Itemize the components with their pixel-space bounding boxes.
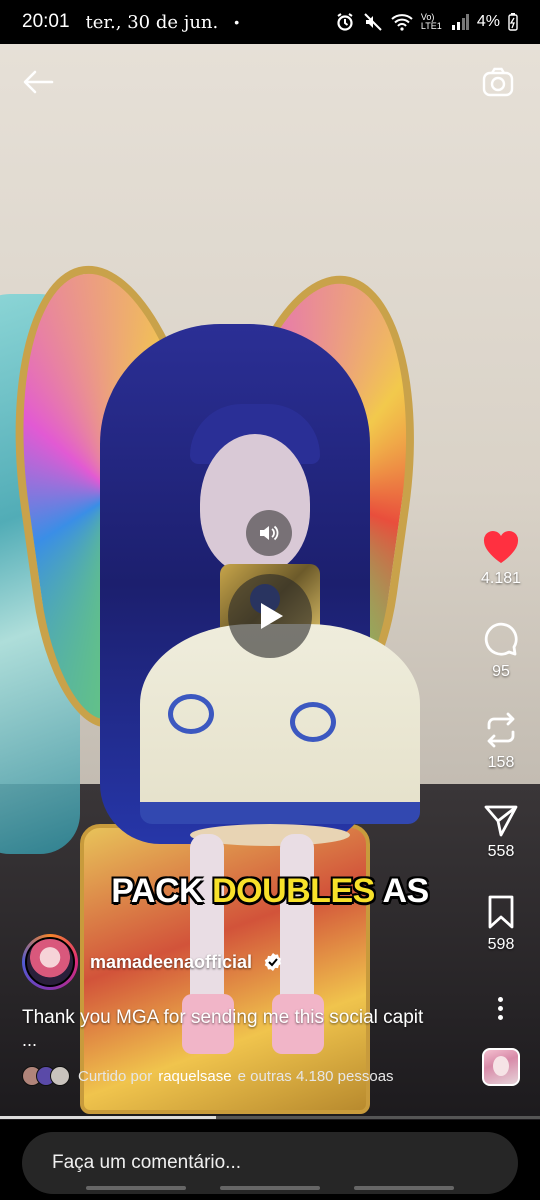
save-count: 598 (487, 936, 515, 953)
liked-by-row[interactable]: Curtido por raquelsase e outras 4.180 pe… (22, 1066, 394, 1086)
video-progress-fill (0, 1116, 216, 1119)
camera-icon (482, 67, 514, 97)
comment-bubble-icon (484, 622, 518, 656)
liker-avatars (22, 1066, 72, 1086)
liker-avatar (50, 1066, 70, 1086)
comment-count: 95 (492, 663, 510, 680)
alarm-icon (337, 13, 353, 31)
signal-icon (451, 14, 469, 30)
action-rail: 4.181 95 158 558 598 (462, 530, 540, 985)
status-time: 20:01 (22, 11, 70, 32)
arrow-left-icon (23, 70, 54, 94)
video-progress-bar[interactable] (0, 1116, 540, 1119)
more-dots-icon (497, 996, 503, 1002)
share-button[interactable]: 558 (483, 803, 519, 894)
liked-by-suffix: e outras 4.180 pessoas (237, 1067, 394, 1085)
comment-button[interactable]: 95 (483, 621, 519, 712)
post-caption[interactable]: Thank you MGA for sending me this social… (22, 1006, 472, 1030)
network-label: Vo) LTE1 (420, 12, 442, 31)
play-button[interactable] (228, 574, 312, 658)
status-date: ter., 30 de jun. (85, 11, 219, 33)
audio-thumbnail[interactable] (482, 1048, 520, 1086)
status-bar: 20:01 ter., 30 de jun. • Vo) LTE1 4% (0, 0, 540, 44)
author-username[interactable]: mamadeenaofficial (90, 952, 252, 973)
video-text-overlay: PACK DOUBLES AS (0, 872, 540, 911)
caption-more[interactable]: ... (22, 1030, 37, 1051)
heart-icon (483, 531, 519, 563)
nav-indicator (86, 1186, 186, 1190)
repost-icon (487, 712, 515, 748)
wifi-icon (391, 14, 413, 31)
liked-by-prefix: Curtido por (78, 1067, 153, 1085)
mute-icon (364, 13, 382, 31)
liked-by-user[interactable]: raquelsase (158, 1068, 231, 1085)
more-options-button[interactable] (488, 990, 512, 1026)
verified-badge-icon (264, 953, 282, 971)
sound-toggle-button[interactable] (246, 510, 292, 556)
like-count: 4.181 (480, 570, 522, 587)
overlay-word: AS (382, 872, 429, 910)
status-dot: • (234, 14, 240, 30)
play-icon (261, 603, 283, 629)
save-button[interactable]: 598 (486, 894, 516, 985)
battery-percent: 4% (476, 13, 500, 30)
overlay-word: PACK (111, 872, 204, 910)
author-avatar[interactable] (22, 934, 78, 990)
send-icon (484, 805, 518, 837)
author-row: mamadeenaofficial (22, 934, 282, 990)
like-button[interactable]: 4.181 (481, 530, 521, 621)
nav-indicator (220, 1186, 320, 1190)
bookmark-icon (488, 895, 514, 929)
battery-charging-icon (508, 13, 518, 31)
repost-count: 158 (487, 754, 515, 771)
repost-button[interactable]: 158 (483, 712, 519, 803)
nav-indicator (354, 1186, 454, 1190)
share-count: 558 (487, 843, 515, 860)
camera-button[interactable] (480, 64, 516, 100)
speaker-icon (260, 525, 279, 541)
back-button[interactable] (18, 64, 58, 100)
overlay-word-highlight: DOUBLES (212, 872, 375, 910)
comment-input[interactable]: Faça um comentário... (22, 1132, 518, 1194)
